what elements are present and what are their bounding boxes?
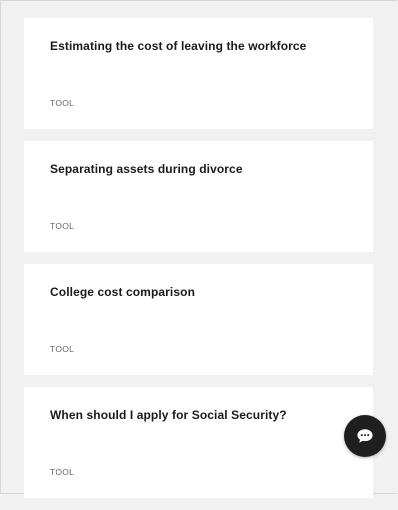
tool-card[interactable]: College cost comparison TOOL bbox=[24, 264, 373, 375]
card-tag: TOOL bbox=[50, 98, 75, 108]
card-tag: TOOL bbox=[50, 344, 75, 354]
card-title: Estimating the cost of leaving the workf… bbox=[50, 39, 307, 53]
card-title: College cost comparison bbox=[50, 285, 195, 299]
tool-card[interactable]: Estimating the cost of leaving the workf… bbox=[24, 18, 373, 129]
card-title: Separating assets during divorce bbox=[50, 162, 243, 176]
tool-card[interactable]: When should I apply for Social Security?… bbox=[24, 387, 373, 498]
chat-bubble-icon bbox=[356, 428, 374, 444]
tool-card-list: Estimating the cost of leaving the workf… bbox=[24, 18, 373, 510]
card-title: When should I apply for Social Security? bbox=[50, 408, 287, 422]
card-tag: TOOL bbox=[50, 467, 75, 477]
chat-button[interactable] bbox=[344, 415, 386, 457]
card-tag: TOOL bbox=[50, 221, 75, 231]
tool-card[interactable]: Separating assets during divorce TOOL bbox=[24, 141, 373, 252]
